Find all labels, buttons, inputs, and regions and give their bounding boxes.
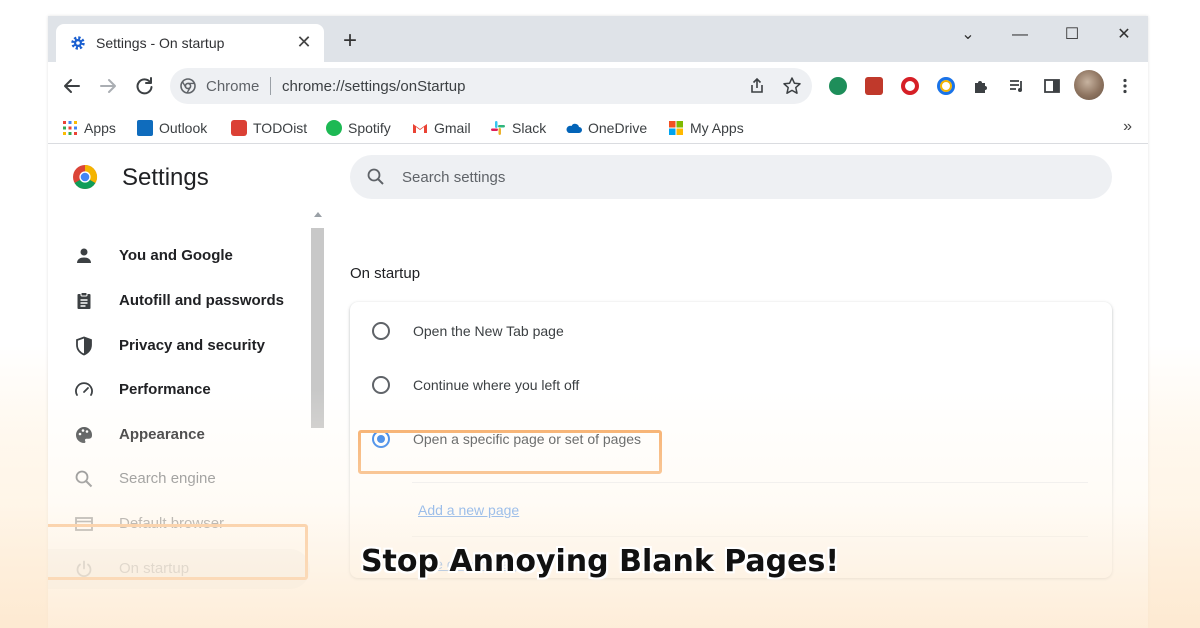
- bookmark-label: Spotify: [348, 120, 391, 136]
- sidebar-item-label: Search engine: [119, 470, 216, 487]
- shield-icon: [76, 336, 92, 356]
- divider: [412, 482, 1088, 483]
- chrome-site-icon: [180, 78, 196, 94]
- option-continue[interactable]: Continue where you left off: [370, 370, 1070, 400]
- tab-title: Settings - On startup: [96, 35, 225, 51]
- new-tab-button[interactable]: +: [338, 29, 362, 54]
- tab-settings[interactable]: Settings - On startup ✕: [56, 24, 324, 62]
- bookmark-label: Apps: [84, 120, 116, 136]
- kebab-menu-icon[interactable]: [1116, 77, 1134, 95]
- bookmark-label: Gmail: [434, 120, 471, 136]
- option-label: Open the New Tab page: [413, 323, 564, 339]
- tab-strip: Settings - On startup ✕ + ⌄ — ☐ ✕: [48, 16, 1148, 62]
- bookmark-label: OneDrive: [588, 120, 648, 136]
- apps-grid-icon: [63, 121, 77, 135]
- todoist-icon: [231, 120, 247, 136]
- maximize-button[interactable]: ☐: [1052, 22, 1092, 48]
- sidebar-item-label: Autofill and passwords: [119, 292, 285, 309]
- sidebar-item-autofill[interactable]: Autofill and passwords: [48, 281, 310, 321]
- address-chip: Chrome: [206, 78, 260, 95]
- speedometer-icon: [75, 382, 93, 396]
- close-window-button[interactable]: ✕: [1104, 22, 1144, 48]
- option-label: Continue where you left off: [413, 377, 580, 393]
- settings-title: Settings: [122, 164, 209, 191]
- person-icon: [77, 248, 91, 263]
- bookmark-outlook[interactable]: Outlook: [137, 118, 207, 138]
- slack-icon: [491, 121, 505, 135]
- scroll-up-arrow-icon[interactable]: [314, 212, 322, 217]
- share-icon[interactable]: [748, 77, 766, 95]
- sidebar-item-label: You and Google: [119, 247, 233, 264]
- scrollbar-thumb[interactable]: [311, 228, 324, 428]
- sidebar-item-you-and-google[interactable]: You and Google: [48, 236, 310, 276]
- puzzle-extensions-icon[interactable]: [972, 77, 990, 95]
- tab-close-icon[interactable]: ✕: [294, 32, 314, 52]
- sidebar-item-label: Privacy and security: [119, 337, 265, 354]
- onedrive-icon: [566, 123, 582, 133]
- reload-icon[interactable]: [130, 72, 158, 100]
- forward-arrow-icon[interactable]: [94, 72, 122, 100]
- bookmarks-overflow-icon[interactable]: »: [1123, 118, 1132, 136]
- search-placeholder: Search settings: [402, 169, 506, 186]
- sidebar-item-label: Appearance: [119, 426, 205, 443]
- reading-list-icon[interactable]: [1008, 77, 1026, 95]
- extension-s-icon[interactable]: [865, 77, 883, 95]
- profile-avatar[interactable]: [1074, 70, 1104, 100]
- radio-button[interactable]: [372, 322, 390, 340]
- address-url[interactable]: chrome://settings/onStartup: [282, 78, 465, 95]
- sidebar-item-label: Performance: [119, 381, 211, 398]
- gmail-icon: [413, 124, 427, 133]
- bookmark-slack[interactable]: Slack: [490, 118, 546, 138]
- tab-search-chevron-icon[interactable]: ⌄: [948, 22, 988, 48]
- bookmarks-bar: Apps Outlook TODOist Spotify Gmail Slack…: [48, 110, 1148, 144]
- highlight-box-specific-pages: [358, 430, 662, 474]
- bookmark-onedrive[interactable]: OneDrive: [566, 118, 647, 138]
- myapps-icon: [669, 121, 683, 135]
- sidebar-item-privacy[interactable]: Privacy and security: [48, 326, 310, 366]
- bookmark-label: Outlook: [159, 120, 208, 136]
- bookmark-label: My Apps: [690, 120, 744, 136]
- bookmark-star-icon[interactable]: [782, 76, 802, 96]
- back-arrow-icon[interactable]: [58, 72, 86, 100]
- spotify-icon: [326, 120, 342, 136]
- browser-window: Settings - On startup ✕ + ⌄ — ☐ ✕ Chrome: [48, 16, 1148, 628]
- clipboard-icon: [77, 292, 91, 309]
- bookmark-todoist[interactable]: TODOist: [231, 118, 307, 138]
- extension-compass-icon[interactable]: [937, 77, 955, 95]
- chrome-logo-icon: [73, 165, 98, 190]
- outlook-icon: [137, 120, 153, 136]
- sidebar-item-search-engine[interactable]: Search engine: [48, 459, 310, 499]
- bookmark-label: TODOist: [253, 120, 308, 136]
- toolbar: Chrome chrome://settings/onStartup: [48, 62, 1148, 110]
- sidebar-item-appearance[interactable]: Appearance: [48, 415, 310, 455]
- minimize-button[interactable]: —: [1000, 22, 1040, 48]
- bookmark-apps[interactable]: Apps: [62, 118, 116, 138]
- search-icon: [75, 470, 93, 488]
- bookmark-gmail[interactable]: Gmail: [412, 118, 471, 138]
- opera-icon[interactable]: [901, 77, 919, 95]
- search-icon: [367, 168, 384, 185]
- sidebar-item-performance[interactable]: Performance: [48, 370, 310, 410]
- gear-icon: [71, 36, 85, 50]
- caption-headline: Stop Annoying Blank Pages!: [360, 544, 840, 579]
- startup-options-card: Open the New Tab page Continue where you…: [350, 302, 1112, 578]
- address-bar[interactable]: Chrome chrome://settings/onStartup: [170, 68, 812, 104]
- bookmark-myapps[interactable]: My Apps: [668, 118, 744, 138]
- extension-green-icon[interactable]: [829, 77, 847, 95]
- option-new-tab[interactable]: Open the New Tab page: [370, 316, 1070, 346]
- section-title: On startup: [350, 265, 421, 282]
- palette-icon: [76, 426, 93, 443]
- address-divider: [270, 77, 271, 95]
- divider: [412, 536, 1088, 537]
- bookmark-label: Slack: [512, 120, 547, 136]
- search-settings-input[interactable]: Search settings: [350, 155, 1112, 199]
- add-new-page-link[interactable]: Add a new page: [418, 502, 519, 518]
- radio-button[interactable]: [372, 376, 390, 394]
- bookmark-spotify[interactable]: Spotify: [326, 118, 391, 138]
- side-panel-icon[interactable]: [1043, 77, 1061, 95]
